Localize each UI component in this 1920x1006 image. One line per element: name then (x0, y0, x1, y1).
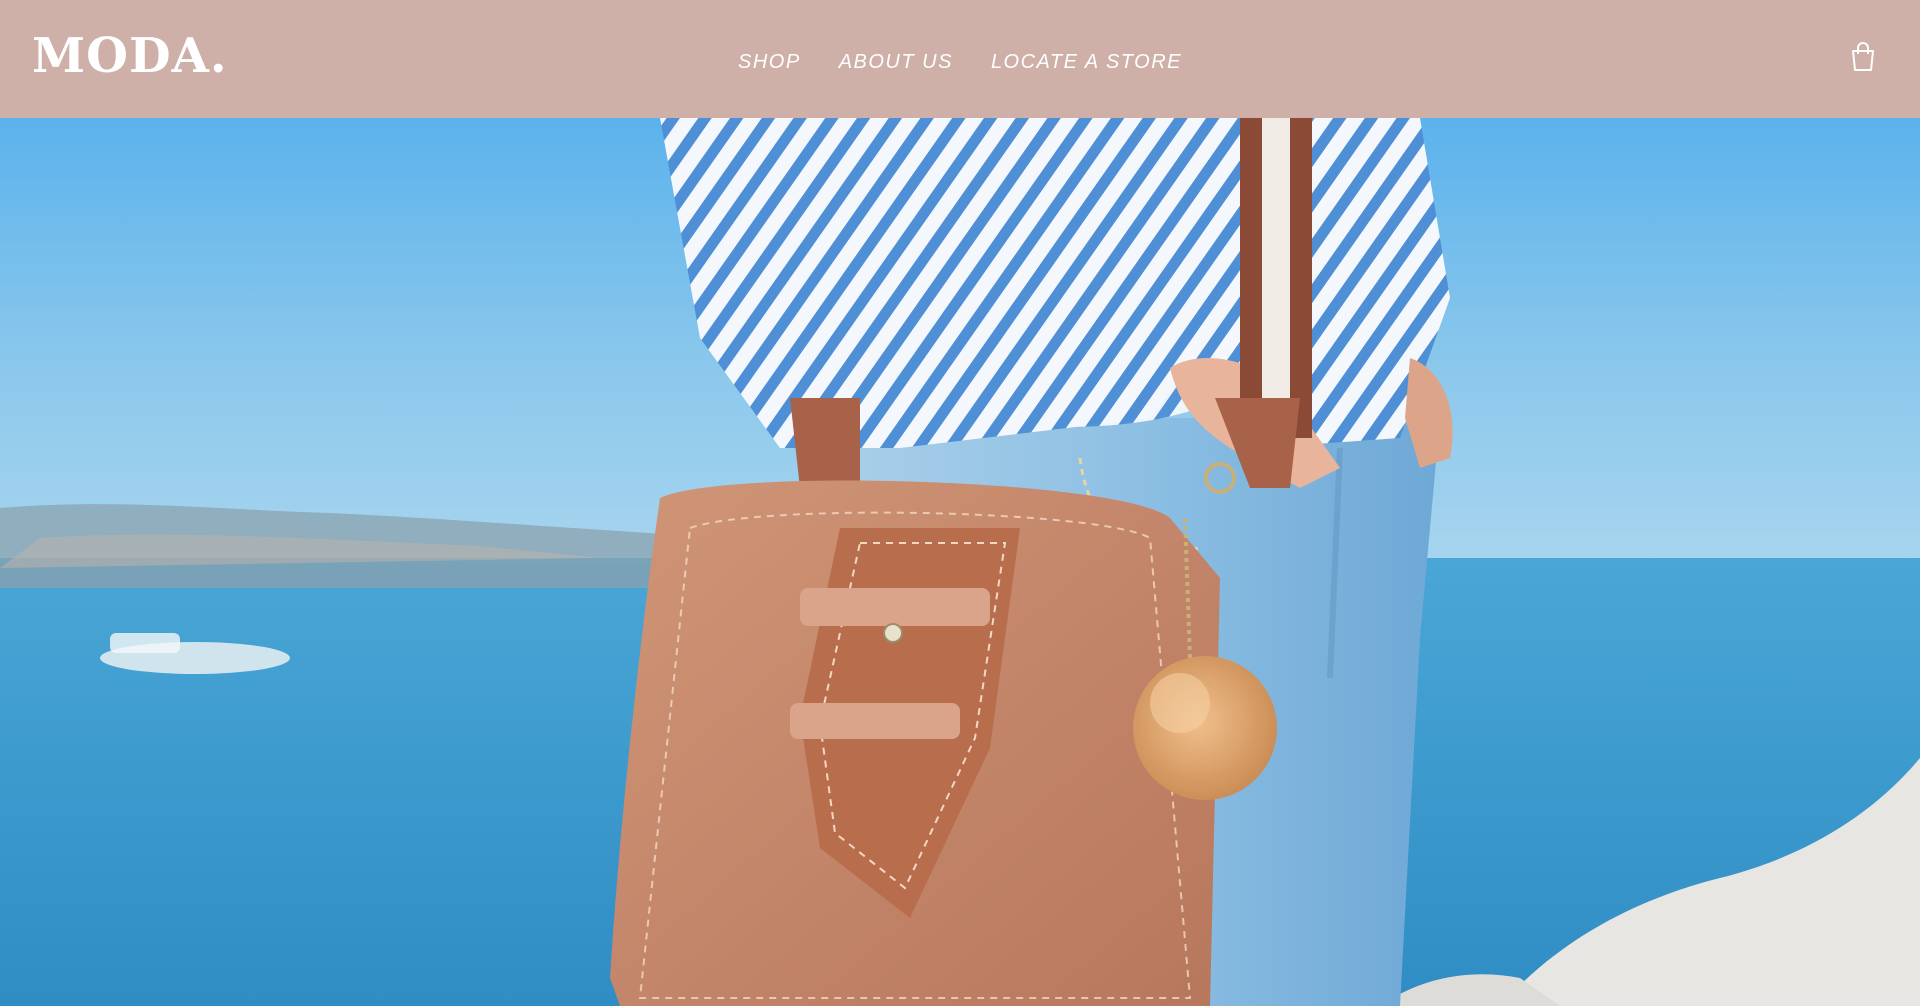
hero-photo (0, 118, 1920, 1006)
shopping-bag-icon[interactable] (1850, 42, 1876, 72)
hero-banner (0, 118, 1920, 1006)
nav-link-shop[interactable]: SHOP (738, 48, 801, 76)
site-header: MODA. SHOP ABOUT US LOCATE A STORE (0, 0, 1920, 118)
main-nav: SHOP ABOUT US LOCATE A STORE (0, 48, 1920, 76)
nav-link-about-us[interactable]: ABOUT US (839, 48, 953, 76)
nav-link-locate-a-store[interactable]: LOCATE A STORE (991, 48, 1182, 76)
